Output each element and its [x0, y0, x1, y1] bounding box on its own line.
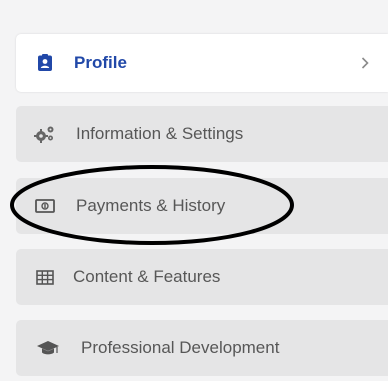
menu-item-payments-history[interactable]: Payments & History [16, 178, 388, 234]
menu-item-professional-development[interactable]: Professional Development [16, 320, 388, 376]
chevron-right-icon [358, 55, 372, 71]
menu-item-information-settings[interactable]: Information & Settings [16, 106, 388, 162]
money-bill-icon [34, 195, 56, 217]
menu-item-label: Information & Settings [76, 124, 244, 143]
table-icon [34, 266, 56, 288]
gears-icon [34, 123, 56, 145]
menu-item-label: Content & Features [73, 267, 221, 286]
menu-item-content-features[interactable]: Content & Features [16, 249, 388, 305]
graduation-cap-icon [36, 337, 60, 359]
menu-item-label: Payments & History [76, 196, 226, 215]
menu-item-profile[interactable]: Profile [16, 34, 388, 92]
menu-item-label: Professional Development [81, 338, 280, 357]
id-badge-icon [34, 52, 56, 74]
menu-item-label: Profile [74, 53, 127, 72]
